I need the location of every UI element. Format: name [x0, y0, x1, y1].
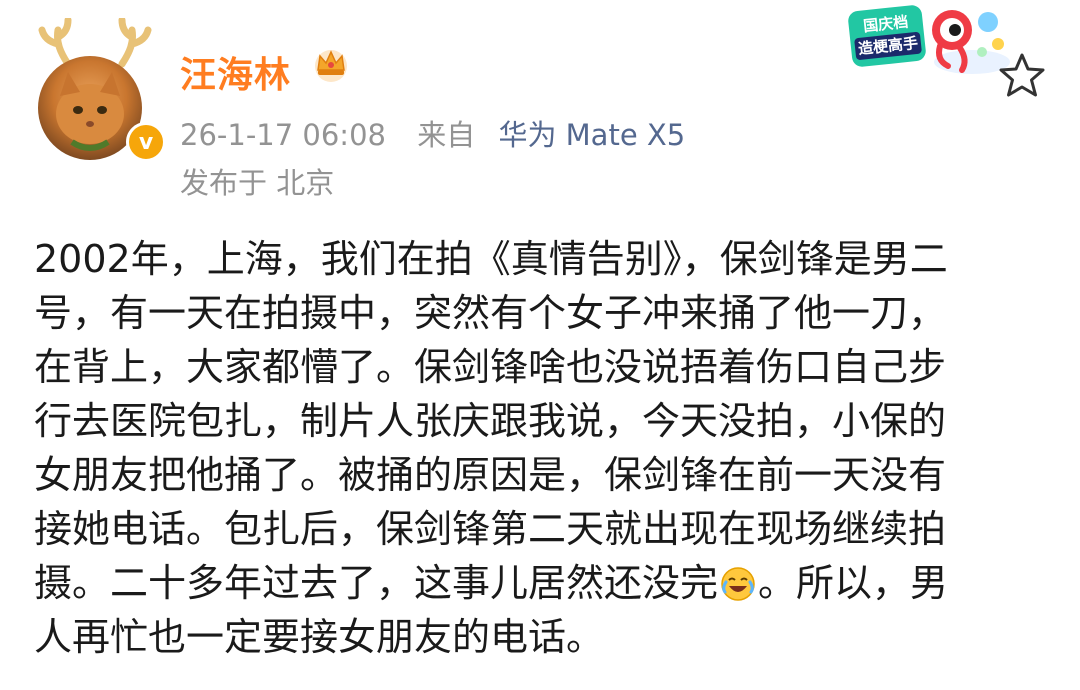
post-body: 2002年，上海，我们在拍《真情告别》，保剑锋是男二 号，有一天在拍摄中，突然有… — [34, 232, 1044, 664]
post-line-part: 摄。二十多年过去了，这事儿居然还没完 — [34, 561, 719, 605]
star-outline-icon[interactable] — [996, 50, 1048, 102]
post-header: v 汪海林 26-1-17 06:08 来自 华为 Mate X5 发布于 北京… — [0, 0, 1080, 220]
post-line: 行去医院包扎，制片人张庆跟我说，今天没拍，小保的 — [34, 399, 947, 443]
verified-badge: v — [126, 122, 166, 162]
username-link[interactable]: 汪海林 — [180, 46, 291, 98]
crown-icon[interactable] — [310, 44, 352, 84]
post-line: 在背上，大家都懵了。保剑锋啥也没说捂着伤口自己步 — [34, 345, 947, 389]
post-line: 人再忙也一定要接女朋友的电话。 — [34, 615, 605, 659]
post-line-part: 。所以，男 — [758, 561, 949, 605]
avatar[interactable]: v — [30, 18, 166, 162]
post-line-with-emoji: 摄。二十多年过去了，这事儿居然还没完 。所以，男 — [34, 556, 1044, 610]
post-location: 发布于 北京 — [180, 166, 335, 200]
post-meta: 26-1-17 06:08 来自 华为 Mate X5 — [180, 112, 685, 154]
post-timestamp: 26-1-17 06:08 — [180, 118, 386, 152]
post-line: 2002年，上海，我们在拍《真情告别》，保剑锋是男二 — [34, 237, 948, 281]
laugh-cry-emoji-icon — [721, 567, 755, 601]
device-link[interactable]: 华为 Mate X5 — [498, 118, 685, 152]
source-prefix: 来自 — [417, 118, 476, 152]
post-line: 女朋友把他捅了。被捅的原因是，保剑锋在前一天没有 — [34, 453, 947, 497]
post-line: 接她电话。包扎后，保剑锋第二天就出现在现场继续拍 — [34, 507, 947, 551]
post-line: 号，有一天在拍摄中，突然有个女子冲来捅了他一刀， — [34, 291, 947, 335]
promo-badge[interactable]: 国庆档 造梗高手 — [842, 0, 1012, 80]
